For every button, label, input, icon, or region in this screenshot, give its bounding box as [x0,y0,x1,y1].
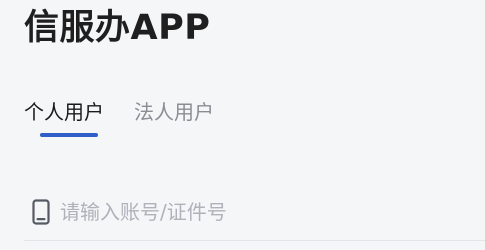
active-tab-indicator [40,133,98,137]
account-field [24,188,485,236]
tab-personal-user-label: 个人用户 [24,100,104,124]
tab-corporate-user-label: 法人用户 [134,100,214,124]
account-field-divider [24,240,485,241]
tab-corporate-user[interactable]: 法人用户 [134,96,214,144]
user-type-tabs: 个人用户 法人用户 [24,96,214,144]
account-input[interactable] [60,200,440,224]
app-title: 信服办APP [24,8,211,48]
mobile-phone-icon [30,198,52,226]
tab-personal-user[interactable]: 个人用户 [24,96,104,144]
